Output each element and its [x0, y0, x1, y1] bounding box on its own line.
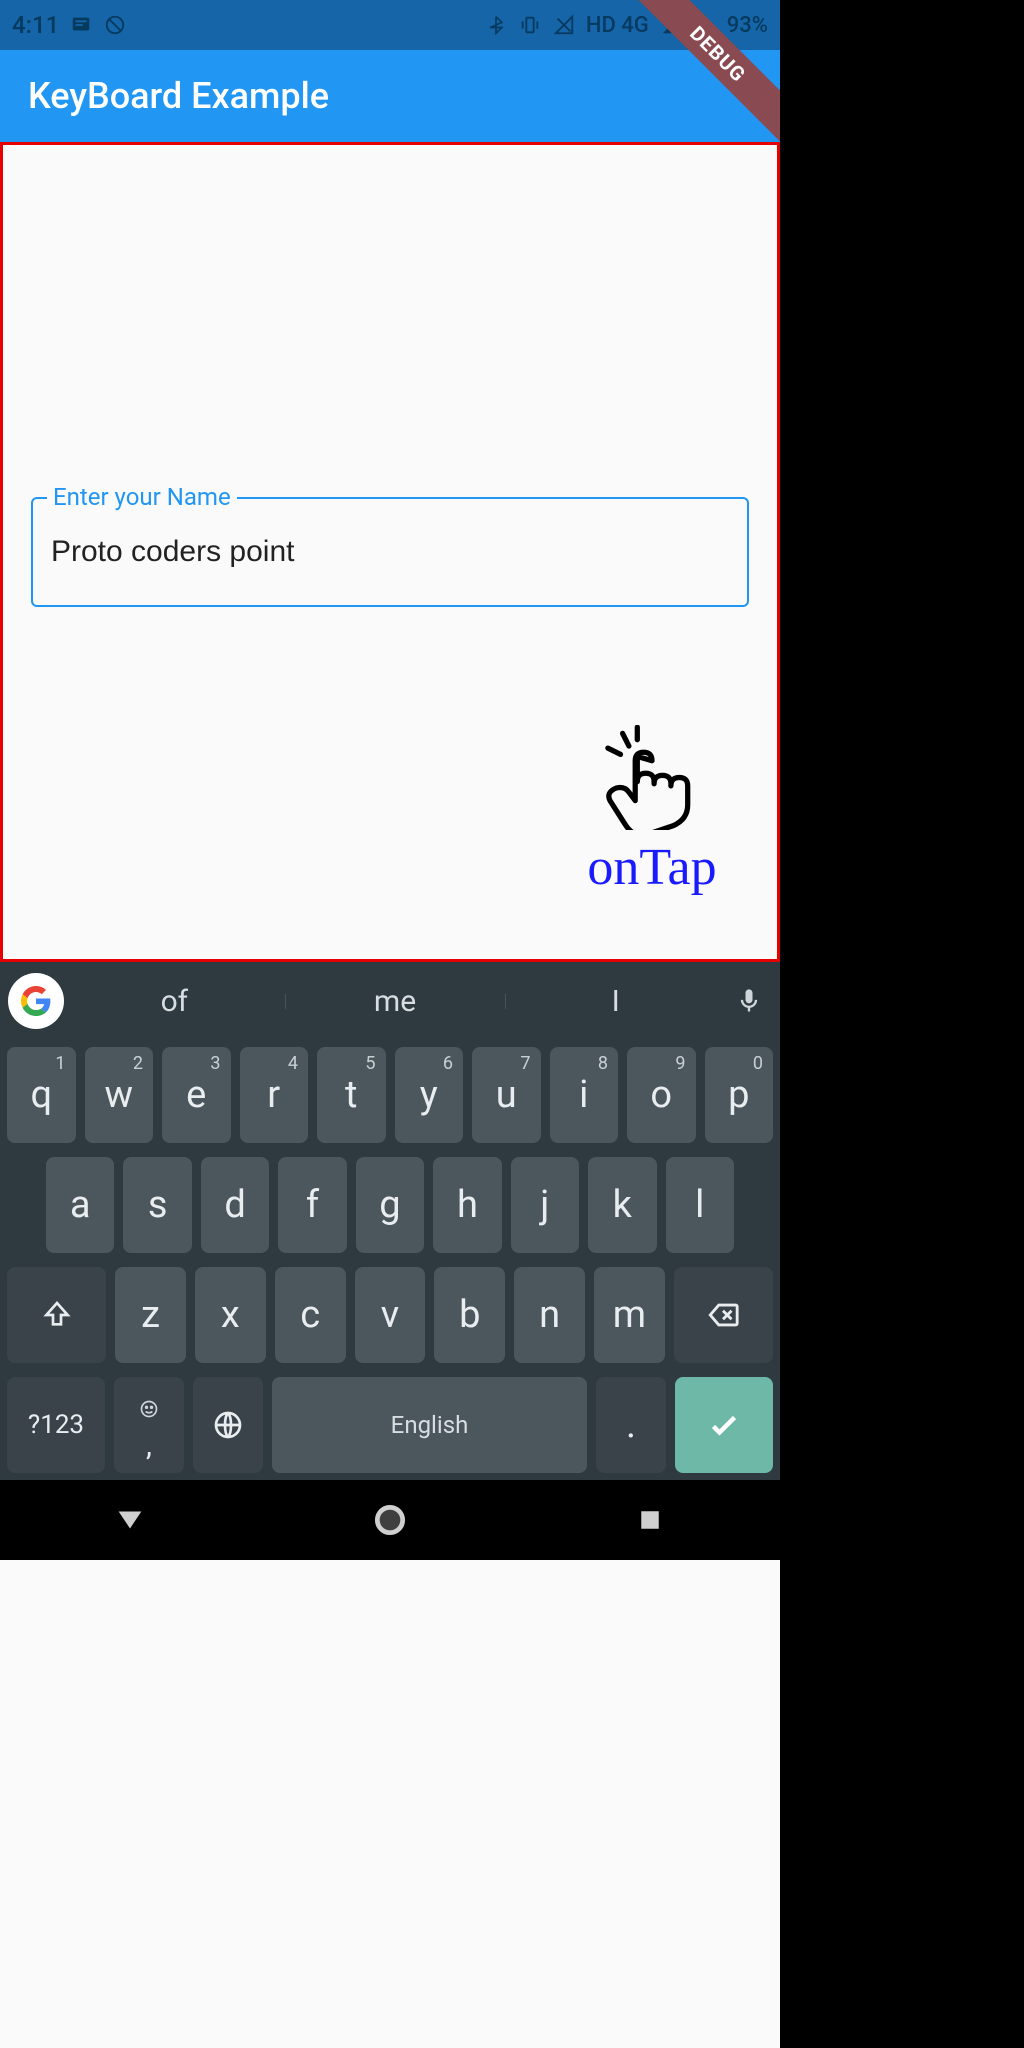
nav-home-button[interactable] — [368, 1498, 412, 1542]
tap-hand-icon — [587, 725, 717, 830]
nav-back-button[interactable] — [108, 1498, 152, 1542]
key-e[interactable]: 3e — [162, 1047, 231, 1143]
suggestion-3[interactable]: I — [505, 984, 726, 1019]
key-v[interactable]: v — [355, 1267, 426, 1363]
key-x[interactable]: x — [195, 1267, 266, 1363]
key-q[interactable]: 1q — [7, 1047, 76, 1143]
key-u[interactable]: 7u — [472, 1047, 541, 1143]
gesture-detector-area[interactable]: Enter your Name onTap — [0, 142, 780, 962]
comma-key[interactable]: , — [114, 1377, 184, 1473]
bluetooth-icon — [484, 13, 508, 37]
key-d[interactable]: d — [201, 1157, 269, 1253]
message-icon — [69, 13, 93, 37]
key-i[interactable]: 8i — [550, 1047, 619, 1143]
suggestion-bar: of me I — [0, 962, 780, 1040]
signal-empty-icon — [552, 13, 576, 37]
key-h[interactable]: h — [433, 1157, 501, 1253]
name-input[interactable] — [51, 535, 729, 569]
key-t[interactable]: 5t — [317, 1047, 386, 1143]
system-nav-bar — [0, 1480, 780, 1560]
nav-recent-button[interactable] — [628, 1498, 672, 1542]
key-g[interactable]: g — [356, 1157, 424, 1253]
key-z[interactable]: z — [115, 1267, 186, 1363]
shift-key[interactable] — [7, 1267, 106, 1363]
key-f[interactable]: f — [278, 1157, 346, 1253]
status-bar: 4:11 HD 4G 93% — [0, 0, 780, 50]
suggestion-2[interactable]: me — [285, 984, 506, 1019]
key-l[interactable]: l — [666, 1157, 734, 1253]
period-key[interactable]: . — [596, 1377, 666, 1473]
key-m[interactable]: m — [594, 1267, 665, 1363]
google-button[interactable] — [8, 973, 64, 1029]
status-time: 4:11 — [12, 11, 59, 39]
key-r[interactable]: 4r — [240, 1047, 309, 1143]
key-k[interactable]: k — [588, 1157, 656, 1253]
key-w[interactable]: 2w — [85, 1047, 154, 1143]
name-field-outline[interactable]: Enter your Name — [31, 497, 749, 607]
backspace-key[interactable] — [674, 1267, 773, 1363]
battery-percent: 93% — [727, 13, 768, 38]
network-label: HD 4G — [586, 13, 649, 38]
key-n[interactable]: n — [514, 1267, 585, 1363]
key-s[interactable]: s — [123, 1157, 191, 1253]
name-field-label: Enter your Name — [47, 483, 237, 511]
tap-label: onTap — [587, 838, 717, 897]
spacebar-key[interactable]: English — [272, 1377, 587, 1473]
suggestion-1[interactable]: of — [64, 984, 285, 1019]
enter-key[interactable] — [675, 1377, 773, 1473]
vibrate-icon — [518, 13, 542, 37]
key-b[interactable]: b — [434, 1267, 505, 1363]
key-a[interactable]: a — [46, 1157, 114, 1253]
mic-button[interactable] — [726, 987, 772, 1015]
key-j[interactable]: j — [511, 1157, 579, 1253]
key-c[interactable]: c — [275, 1267, 346, 1363]
key-y[interactable]: 6y — [395, 1047, 464, 1143]
tap-overlay: onTap — [587, 725, 717, 897]
symbols-key[interactable]: ?123 — [7, 1377, 105, 1473]
key-o[interactable]: 9o — [627, 1047, 696, 1143]
key-p[interactable]: 0p — [705, 1047, 774, 1143]
app-bar: KeyBoard Example — [0, 50, 780, 142]
signal-full-icon — [659, 13, 683, 37]
soft-keyboard: of me I 1q2w3e4r5t6y7u8i9o0p asdfghjkl z… — [0, 962, 780, 1480]
app-title: KeyBoard Example — [28, 75, 329, 117]
battery-icon — [693, 13, 717, 37]
no-sync-icon — [103, 13, 127, 37]
language-key[interactable] — [193, 1377, 263, 1473]
